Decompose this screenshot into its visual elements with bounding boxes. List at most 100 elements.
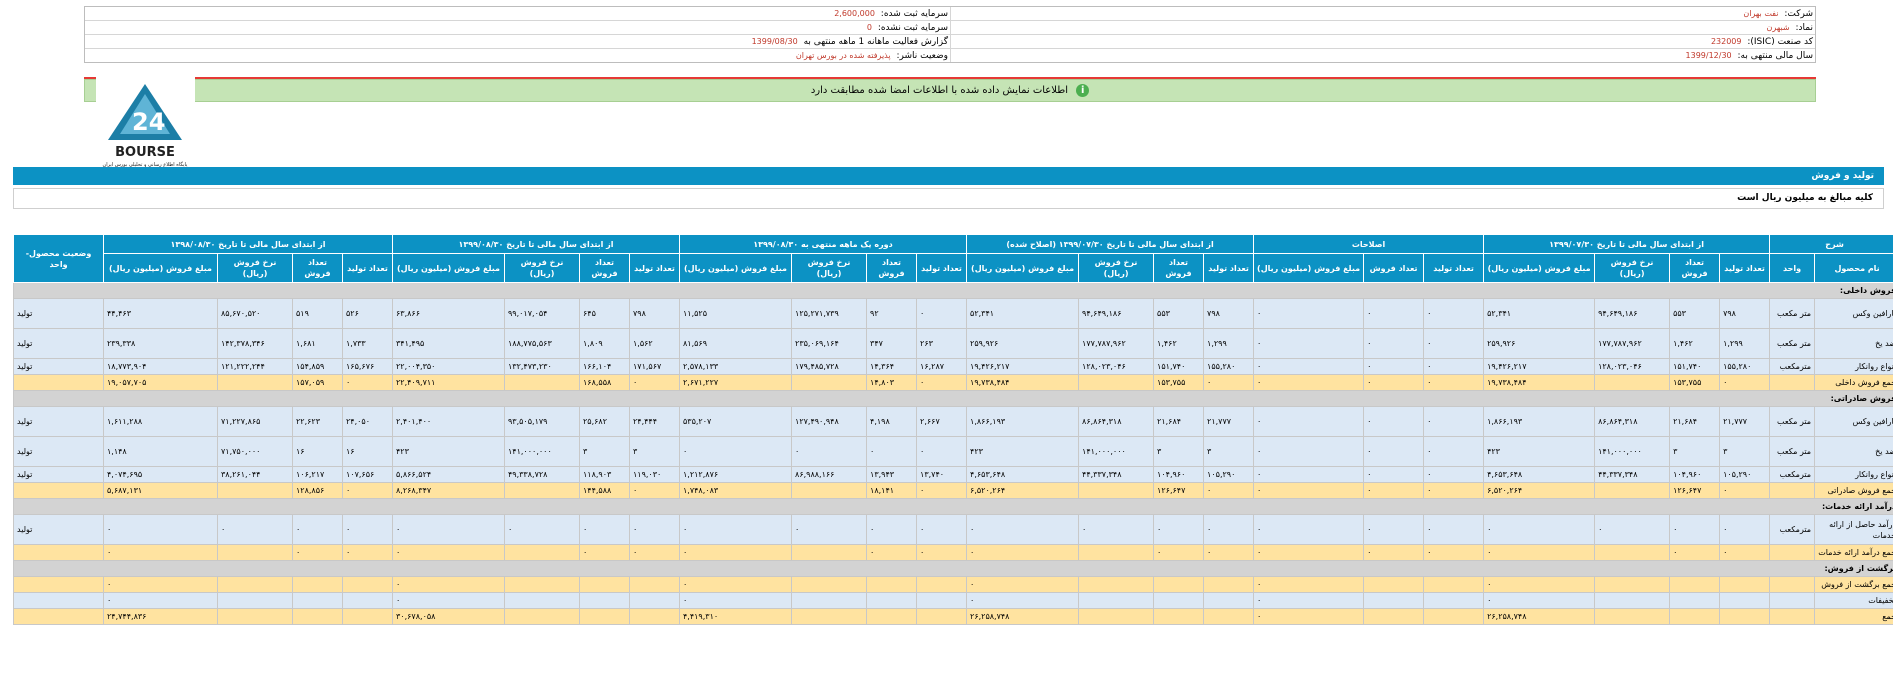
value-cell [217, 576, 293, 593]
value-cell: ۰ [1719, 544, 1771, 561]
column-header: مبلغ فروش (میلیون ریال) [1483, 253, 1596, 283]
value-cell: ۱۴,۸۰۳ [866, 374, 918, 391]
column-header: تعداد تولید [1719, 253, 1771, 283]
company-value[interactable]: نفت بهران [1743, 9, 1778, 18]
value-cell: ۰ [1203, 544, 1255, 561]
value-cell [791, 576, 868, 593]
fiscal-label: سال مالی منتهی به: [1737, 51, 1813, 61]
group-header: از ابتدای سال مالی تا تاریخ ۱۳۹۹/۰۷/۳۰ [1483, 234, 1771, 254]
section-title: تولید و فروش [13, 167, 1884, 185]
value-cell: ۱,۱۴۸ [103, 436, 218, 467]
value-cell [791, 482, 868, 499]
value-cell: ۰ [392, 592, 505, 609]
section-label: فروش داخلی: [12, 282, 1893, 299]
value-cell: ۰ [916, 482, 968, 499]
value-cell: ۱۴۱,۰۰۰,۰۰۰ [504, 436, 580, 467]
value-cell [217, 608, 293, 625]
value-cell: ۱۰۵,۲۹۰ [1203, 466, 1255, 483]
value-cell: ۰ [1203, 514, 1255, 545]
unit-cell [1769, 576, 1816, 593]
reg-capital-value: 2,600,000 [834, 9, 875, 18]
value-cell [1594, 482, 1671, 499]
value-cell [217, 592, 293, 609]
unit-cell: مترمکعب [1769, 358, 1816, 375]
value-cell [1719, 576, 1771, 593]
info-icon: i [1076, 83, 1090, 97]
status-cell [13, 576, 104, 593]
section-label: برگشت از فروش: [12, 560, 1893, 577]
value-cell [579, 608, 630, 625]
value-cell [217, 482, 293, 499]
value-cell: ۲۶۳ [916, 328, 968, 359]
value-cell: ۰ [966, 514, 1080, 545]
report-cell: گزارش فعالیت ماهانه 1 ماهه منتهی به 1399… [85, 35, 950, 48]
product-name-cell: انواع روانکار [1814, 358, 1893, 375]
info-row-1: شرکت: نفت بهران سرمایه ثبت شده: 2,600,00… [85, 7, 1815, 21]
value-cell: ۱,۴۶۲ [1669, 328, 1721, 359]
value-cell: ۱,۲۹۹ [1719, 328, 1771, 359]
status-cell: وضعیت ناشر: پذیرفته شده در بورس تهران [85, 49, 950, 62]
value-cell [629, 608, 680, 625]
value-cell: ۰ [1719, 482, 1771, 499]
value-cell [1078, 608, 1155, 625]
column-header: تعداد تولید [342, 253, 393, 283]
value-cell [1669, 608, 1721, 625]
value-cell: ۱۴۱,۰۰۰,۰۰۰ [1594, 436, 1671, 467]
value-cell: ۳ [629, 436, 680, 467]
value-cell: ۰ [916, 374, 968, 391]
value-cell: ۰ [791, 436, 868, 467]
value-cell: ۱۶ [342, 436, 393, 467]
value-cell [1423, 608, 1485, 625]
product-name-cell: جمع [1814, 608, 1893, 625]
value-cell: ۰ [217, 514, 293, 545]
unreg-capital-value: 0 [866, 23, 872, 32]
production-sales-table-wrap: شرح از ابتدای سال مالی تا تاریخ ۱۳۹۹/۰۷/… [12, 234, 1893, 625]
value-cell [791, 592, 868, 609]
value-cell: ۱۴,۳۶۴ [866, 358, 918, 375]
value-cell: ۵۳۵,۲۰۷ [678, 406, 793, 437]
column-header: تعداد فروش [292, 253, 343, 283]
value-cell: ۲۱,۷۷۷ [1719, 406, 1771, 437]
value-cell: ۸۶,۸۶۴,۳۱۸ [1594, 406, 1671, 437]
value-cell: ۱۵۳,۷۵۵ [1153, 374, 1205, 391]
value-cell: ۳ [1203, 436, 1255, 467]
status-cell: تولید [13, 436, 104, 467]
value-cell [1153, 592, 1205, 609]
value-cell [1078, 576, 1155, 593]
value-cell: ۵۲۶ [342, 298, 393, 329]
column-header: مبلغ فروش (میلیون ریال) [966, 253, 1080, 283]
symbol-value[interactable]: شبهرن [1767, 23, 1790, 32]
value-cell [504, 608, 580, 625]
value-cell: ۱۶,۲۸۷ [916, 358, 968, 375]
unit-cell: متر مکعب [1769, 298, 1816, 329]
value-cell: ۰ [103, 544, 218, 561]
value-cell: ۷۱,۲۲۷,۸۶۵ [217, 406, 293, 437]
total-row: جمع فروش داخلی ۰ ۱۵۳,۷۵۵ ۱۹,۷۳۸,۴۸۴ ۰ ۰ ۰ ۰ ۱۵۳,… [13, 374, 1893, 391]
value-cell [791, 608, 868, 625]
value-cell [866, 592, 918, 609]
value-cell: ۰ [791, 514, 868, 545]
value-cell: ۴۴,۳۳۷,۳۴۸ [1078, 466, 1155, 483]
value-cell: ۱۹,۷۳۸,۴۸۴ [1483, 374, 1596, 391]
value-cell: ۱۶۸,۵۵۸ [579, 374, 630, 391]
column-header: مبلغ فروش (میلیون ریال) [103, 253, 218, 283]
value-cell: ۰ [629, 374, 680, 391]
value-cell: ۱,۲۱۲,۸۷۶ [678, 466, 793, 483]
bourse24-logo[interactable]: 24 BOURSE پایگاه اطلاع رسانی و تحلیلی بو… [96, 72, 195, 172]
value-cell [1594, 374, 1671, 391]
logo-word: BOURSE [115, 145, 175, 160]
status-cell: تولید [13, 466, 104, 483]
table-row: درآمد حاصل از ارائه خدماتمترمکعب۰۰۰۰۰۰۰۰… [13, 514, 1893, 545]
value-cell: ۳۴۷ [866, 328, 918, 359]
value-cell: ۰ [1423, 374, 1485, 391]
value-cell: ۰ [1669, 544, 1721, 561]
value-cell: ۰ [579, 514, 630, 545]
product-name-cell: انواع روانکار [1814, 466, 1893, 483]
value-cell: ۰ [579, 544, 630, 561]
value-cell [579, 576, 630, 593]
value-cell: ۲۴,۴۴۴ [629, 406, 680, 437]
unit-note: کلیه مبالغ به میلیون ریال است [13, 188, 1884, 209]
reg-capital-cell: سرمایه ثبت شده: 2,600,000 [85, 7, 950, 20]
column-header: تعداد تولید [1423, 253, 1485, 283]
value-cell: ۱۹,۷۳۸,۴۸۴ [966, 374, 1080, 391]
